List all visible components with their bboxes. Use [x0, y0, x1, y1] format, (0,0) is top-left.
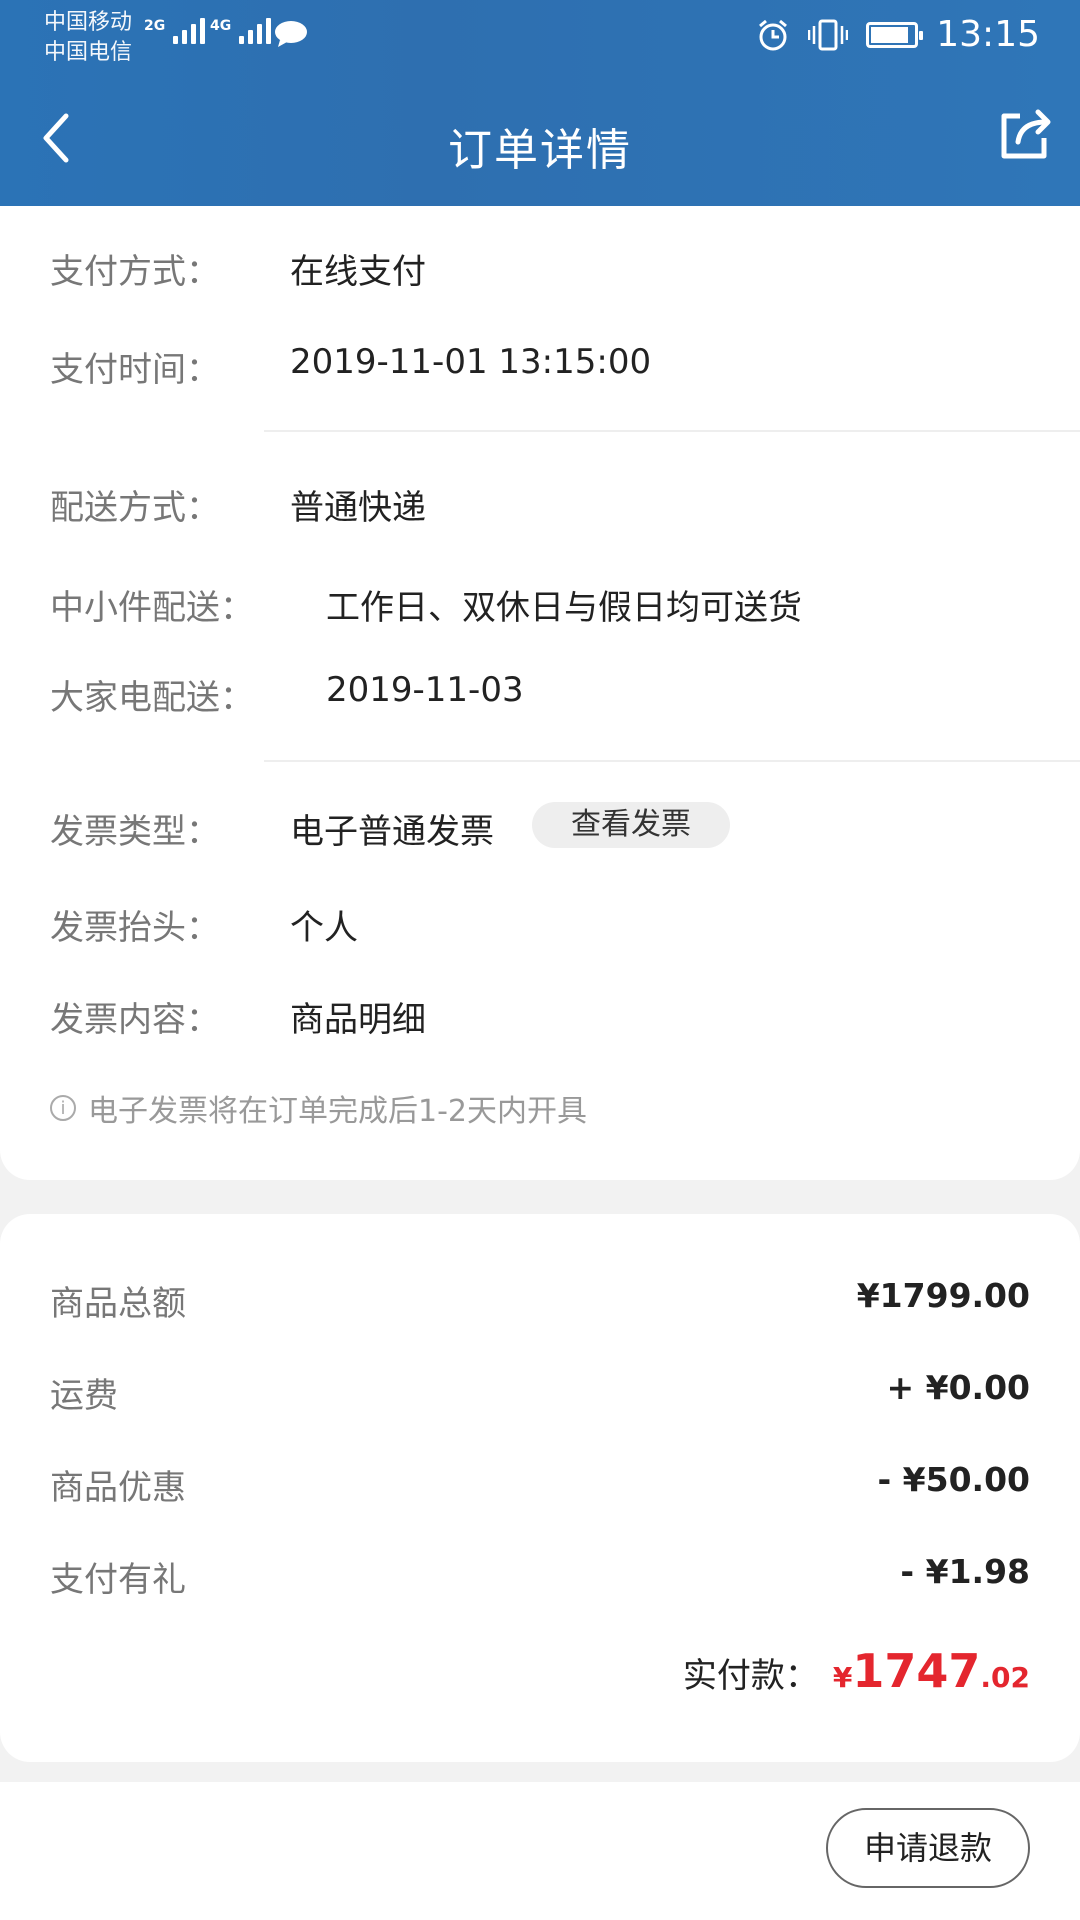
battery-icon — [866, 21, 924, 48]
shipping-label: 运费 — [50, 1376, 118, 1416]
view-invoice-button[interactable]: 查看发票 — [532, 802, 730, 848]
page-title: 订单详情 — [448, 125, 632, 176]
small-item-value: 工作日、双休日与假日均可送货 — [326, 588, 802, 628]
payment-method-value: 在线支付 — [290, 252, 426, 292]
goods-total-value: ¥1799.00 — [856, 1276, 1030, 1315]
large-appliance-value: 2019-11-03 — [326, 670, 524, 710]
price-summary-card: 商品总额 ¥1799.00 运费 + ¥0.00 商品优惠 - ¥50.00 支… — [0, 1214, 1080, 1762]
invoice-content-value: 商品明细 — [290, 1000, 426, 1040]
status-bar: 中国移动 中国电信 2G 4G 13:15 — [0, 0, 1080, 78]
clock: 13:15 — [936, 14, 1040, 55]
small-item-label: 中小件配送： — [50, 588, 254, 628]
divider — [264, 430, 1080, 432]
actual-payment-decimal: .02 — [980, 1661, 1030, 1694]
order-info-card: 支付方式： 在线支付 支付时间： 2019-11-01 13:15:00 配送方… — [0, 206, 1080, 1180]
payment-gift-value: - ¥1.98 — [900, 1552, 1030, 1591]
carrier-names: 中国移动 中国电信 — [44, 8, 132, 68]
payment-time-label: 支付时间： — [50, 350, 220, 390]
share-icon[interactable] — [996, 106, 1054, 164]
carrier-2: 中国电信 — [44, 40, 133, 65]
bottom-action-bar: 申请退款 — [0, 1782, 1080, 1920]
invoice-title-value: 个人 — [290, 908, 358, 948]
invoice-type-value: 电子普通发票 — [290, 812, 494, 852]
shipping-value: + ¥0.00 — [886, 1368, 1030, 1407]
network-type-2: 4G — [210, 18, 232, 34]
invoice-title-label: 发票抬头： — [50, 908, 220, 948]
actual-payment-integer: 1747 — [852, 1644, 981, 1698]
invoice-type-label: 发票类型： — [50, 812, 220, 852]
delivery-method-value: 普通快递 — [290, 488, 426, 528]
payment-time-value: 2019-11-01 13:15:00 — [290, 342, 652, 382]
signal-icon: 4G — [210, 18, 272, 44]
payment-gift-label: 支付有礼 — [50, 1560, 186, 1600]
actual-payment: 实付款： ¥ 1747 .02 — [683, 1644, 1030, 1698]
currency-symbol: ¥ — [832, 1661, 853, 1694]
network-type-1: 2G — [144, 18, 166, 34]
info-icon: i — [50, 1095, 76, 1121]
vibrate-icon — [808, 19, 849, 50]
alarm-icon — [759, 19, 788, 50]
goods-total-label: 商品总额 — [50, 1284, 186, 1324]
invoice-tip: i 电子发票将在订单完成后1-2天内开具 — [50, 1086, 587, 1130]
discount-value: - ¥50.00 — [877, 1460, 1030, 1499]
invoice-tip-text: 电子发票将在订单完成后1-2天内开具 — [88, 1094, 587, 1129]
actual-payment-label: 实付款： — [682, 1656, 819, 1696]
apply-refund-button[interactable]: 申请退款 — [826, 1808, 1030, 1888]
signal-icon: 2G — [144, 18, 206, 44]
divider — [264, 760, 1080, 762]
carrier-1: 中国移动 — [44, 10, 133, 35]
top-bar: 中国移动 中国电信 2G 4G 13:15 订单详情 — [0, 0, 1080, 206]
delivery-method-label: 配送方式： — [50, 488, 220, 528]
payment-method-label: 支付方式： — [50, 252, 220, 292]
discount-label: 商品优惠 — [50, 1468, 186, 1508]
large-appliance-label: 大家电配送： — [50, 678, 254, 718]
status-right: 13:15 — [756, 14, 1040, 55]
nav-bar: 订单详情 — [0, 78, 1080, 206]
invoice-content-label: 发票内容： — [50, 1000, 220, 1040]
chat-icon — [275, 21, 307, 47]
